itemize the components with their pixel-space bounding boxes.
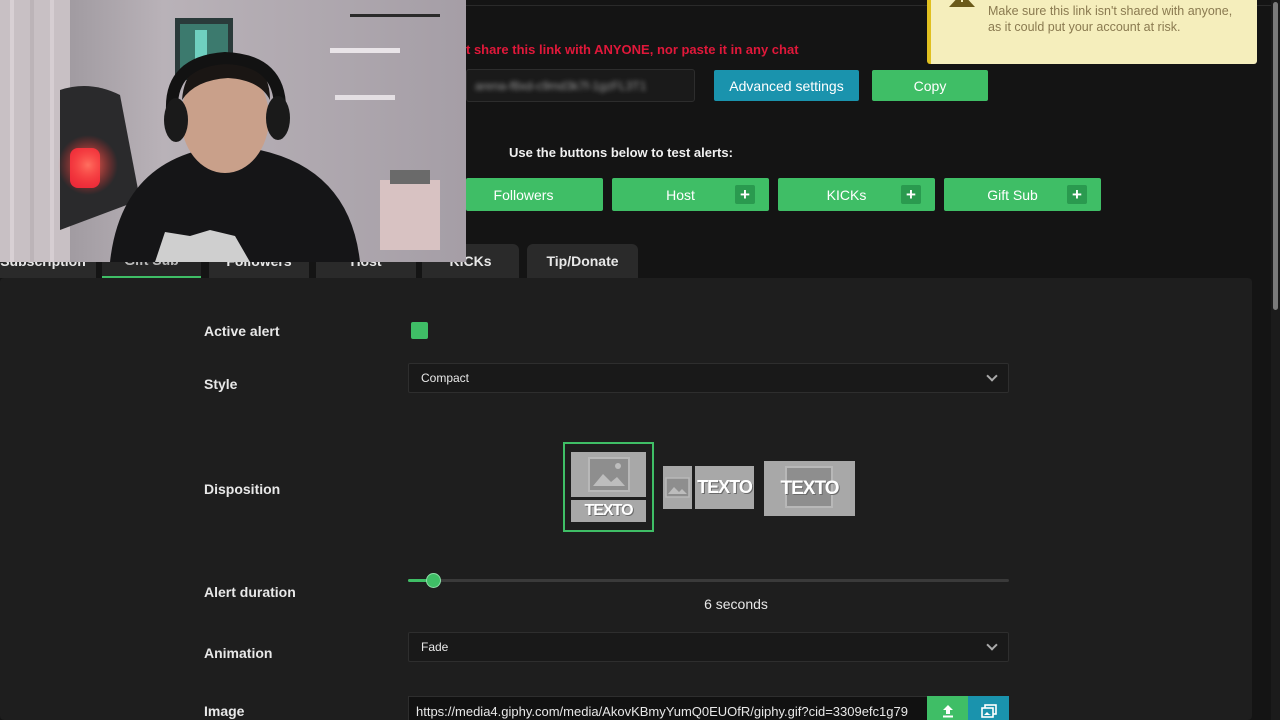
style-label: Style — [204, 376, 238, 392]
active-alert-label: Active alert — [204, 323, 280, 339]
disposition-option-inline[interactable]: TEXTO — [663, 466, 754, 509]
gallery-icon — [980, 704, 997, 718]
image-placeholder-icon — [571, 452, 646, 497]
upload-button[interactable] — [927, 696, 968, 720]
test-host-label: Host — [666, 186, 695, 203]
webcam-overlay — [0, 0, 466, 262]
test-giftsub-label: Gift Sub — [987, 186, 1038, 203]
test-followers-button[interactable]: Followers — [466, 178, 603, 211]
chevron-down-icon — [986, 639, 998, 651]
warning-toast: Make sure this link isn't shared with an… — [927, 0, 1257, 64]
toast-message: Make sure this link isn't shared with an… — [988, 4, 1233, 34]
plus-icon[interactable]: + — [735, 185, 755, 204]
gallery-button[interactable] — [968, 696, 1009, 720]
warning-icon — [949, 0, 975, 7]
chevron-down-icon — [986, 370, 998, 382]
test-kicks-button[interactable]: KICKs + — [778, 178, 935, 211]
style-value: Compact — [421, 371, 470, 385]
disposition-option-stacked[interactable]: TEXTO — [563, 442, 654, 532]
disposition-text-1: TEXTO — [571, 500, 646, 522]
animation-label: Animation — [204, 645, 273, 661]
test-alerts-label: Use the buttons below to test alerts: — [509, 145, 733, 160]
image-label: Image — [204, 703, 245, 719]
test-host-button[interactable]: Host + — [612, 178, 769, 211]
animation-select[interactable]: Fade — [408, 632, 1009, 662]
duration-slider-handle[interactable] — [425, 573, 441, 588]
alert-link-field[interactable]: arena-f8xd-c9md3k7f-1gzFL3T1 — [466, 69, 695, 102]
test-giftsub-button[interactable]: Gift Sub + — [944, 178, 1101, 211]
image-url-input[interactable]: https://media4.giphy.com/media/AkovKBmyY… — [408, 696, 928, 720]
plus-icon[interactable]: + — [1067, 185, 1087, 204]
style-select[interactable]: Compact — [408, 363, 1009, 393]
disposition-text-2: TEXTO — [695, 466, 754, 509]
upload-icon — [942, 705, 953, 718]
advanced-settings-button[interactable]: Advanced settings — [714, 70, 859, 101]
scrollbar-thumb[interactable] — [1273, 2, 1278, 310]
tab-tip-donate[interactable]: Tip/Donate — [527, 244, 638, 278]
image-placeholder-icon — [663, 466, 692, 509]
duration-slider-track[interactable] — [408, 579, 1009, 582]
active-alert-checkbox[interactable] — [411, 322, 428, 339]
link-warning-text: t share this link with ANYONE, nor paste… — [466, 42, 799, 57]
duration-value-text: 6 seconds — [704, 596, 768, 612]
disposition-option-overlay[interactable]: TEXTO — [764, 461, 855, 516]
test-followers-label: Followers — [493, 186, 554, 203]
test-kicks-label: KICKs — [826, 186, 867, 203]
disposition-label: Disposition — [204, 481, 281, 497]
animation-value: Fade — [421, 640, 449, 654]
disposition-text-3: TEXTO — [780, 477, 840, 499]
webcam-feed-image — [0, 0, 466, 262]
plus-icon[interactable]: + — [901, 185, 921, 204]
copy-button[interactable]: Copy — [872, 70, 988, 101]
alert-link-value: arena-f8xd-c9md3k7f-1gzFL3T1 — [475, 78, 647, 93]
